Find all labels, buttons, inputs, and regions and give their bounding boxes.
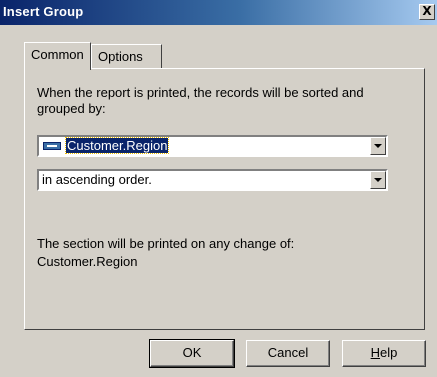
cancel-button-label: Cancel bbox=[267, 345, 309, 360]
common-tab-panel: When the report is printed, the records … bbox=[24, 68, 425, 330]
help-mnemonic: H bbox=[370, 345, 381, 360]
sort-order-select[interactable]: in ascending order. bbox=[37, 169, 388, 191]
close-icon: X bbox=[422, 4, 432, 18]
tab-common-label: Common bbox=[31, 47, 84, 62]
close-button[interactable]: X bbox=[419, 4, 435, 20]
group-field-value: Customer.Region bbox=[64, 137, 170, 154]
database-field-icon bbox=[43, 142, 61, 150]
group-by-prompt: When the report is printed, the records … bbox=[37, 85, 364, 116]
help-button-label: elp bbox=[380, 345, 398, 360]
group-field-dropdown-button[interactable] bbox=[370, 137, 386, 155]
group-field-select[interactable]: Customer.Region bbox=[37, 135, 388, 157]
tab-options-label: Options bbox=[98, 49, 143, 64]
sort-order-value: in ascending order. bbox=[42, 172, 152, 187]
ok-button-label: OK bbox=[182, 345, 202, 360]
dialog-title: Insert Group bbox=[3, 4, 84, 19]
tab-options[interactable]: Options bbox=[91, 44, 162, 68]
insert-group-dialog: Insert Group X Common Options When the r… bbox=[0, 0, 437, 377]
section-change-info: The section will be printed on any chang… bbox=[37, 235, 407, 271]
cancel-button[interactable]: Cancel bbox=[246, 340, 330, 367]
title-bar[interactable]: Insert Group X bbox=[0, 0, 437, 25]
tab-common[interactable]: Common bbox=[24, 42, 91, 70]
ok-button[interactable]: OK bbox=[149, 339, 235, 368]
info-line: The section will be printed on any chang… bbox=[37, 236, 295, 251]
info-field-name: Customer.Region bbox=[37, 254, 138, 269]
help-button[interactable]: Help bbox=[342, 340, 426, 367]
sort-order-dropdown-button[interactable] bbox=[370, 171, 386, 189]
